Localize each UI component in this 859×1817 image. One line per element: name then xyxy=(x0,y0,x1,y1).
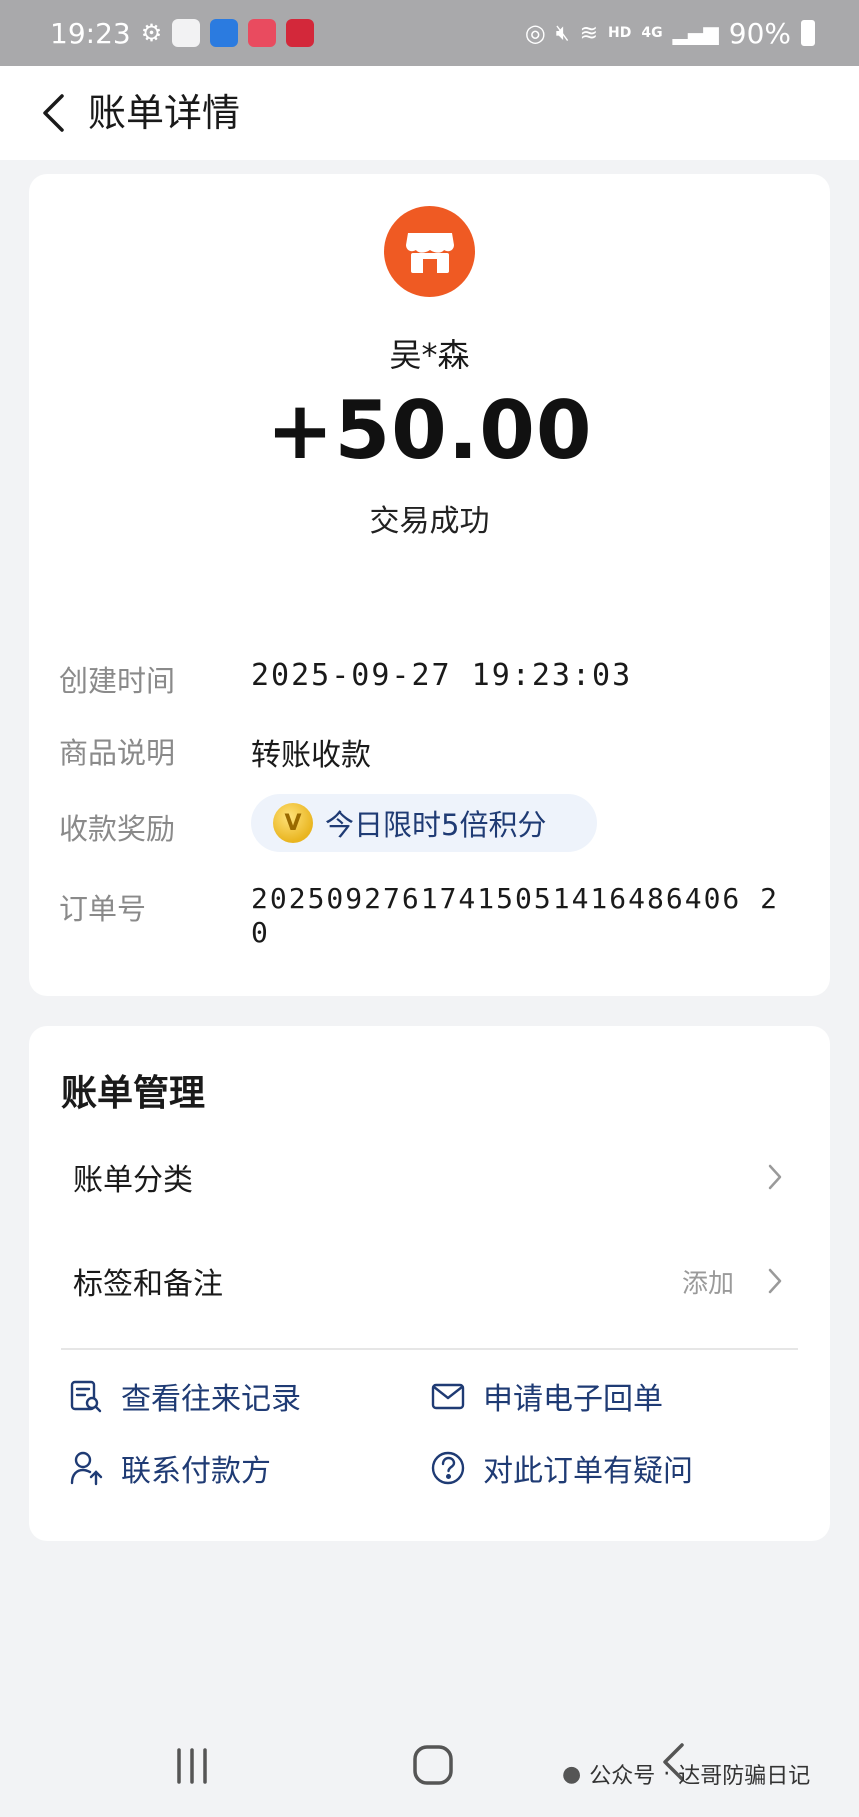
transaction-status: 交易成功 xyxy=(369,504,490,539)
question-circle-icon xyxy=(429,1449,467,1487)
app-icon-blue xyxy=(210,19,239,47)
hd-badge: HD xyxy=(608,25,632,41)
request-receipt-button[interactable]: 申请电子回单 xyxy=(429,1374,663,1418)
bill-category-label: 账单分类 xyxy=(73,1163,193,1198)
home-button[interactable] xyxy=(412,1744,454,1790)
created-time-label: 创建时间 xyxy=(59,664,176,698)
gallery-icon xyxy=(172,19,201,47)
description-value: 转账收款 xyxy=(251,738,371,773)
request-receipt-label: 申请电子回单 xyxy=(483,1382,663,1417)
view-history-label: 查看往来记录 xyxy=(121,1382,301,1417)
mute-icon: 🔇︎ xyxy=(555,20,570,46)
battery-percent: 90% xyxy=(728,16,791,50)
hotspot-icon: ◎ xyxy=(524,19,546,47)
page-title: 账单详情 xyxy=(88,91,241,135)
wifi-icon: ≋ xyxy=(579,20,599,46)
user-upload-icon xyxy=(67,1449,105,1487)
app-icon-video xyxy=(248,19,277,47)
network-badge: 4G xyxy=(641,25,663,41)
tags-notes-label: 标签和备注 xyxy=(73,1267,223,1302)
reward-badge[interactable]: V 今日限时5倍积分 xyxy=(251,794,597,852)
top-nav: 账单详情 xyxy=(0,66,859,160)
battery-icon xyxy=(801,20,815,46)
settings-icon: ⚙ xyxy=(140,19,163,47)
add-hint: 添加 xyxy=(681,1268,734,1299)
envelope-icon xyxy=(429,1377,467,1415)
app-icon-red xyxy=(286,19,315,47)
signal-icon: ▂▄▆ xyxy=(672,21,719,45)
chevron-left-icon xyxy=(43,94,64,132)
record-list-icon xyxy=(67,1377,105,1415)
bill-category-row[interactable]: 账单分类 xyxy=(29,1132,830,1222)
reward-label: 收款奖励 xyxy=(59,812,176,846)
recent-apps-icon xyxy=(177,1748,207,1784)
description-label: 商品说明 xyxy=(59,736,176,770)
status-time: 19:23 xyxy=(50,16,131,50)
view-history-button[interactable]: 查看往来记录 xyxy=(67,1374,301,1418)
wechat-icon: ● xyxy=(562,1761,582,1787)
section-title: 账单管理 xyxy=(61,1073,206,1114)
bill-management-card: 账单管理 账单分类 标签和备注 添加 查看往来记录 申请电子回单 联系付款方 对… xyxy=(29,1026,830,1541)
back-button[interactable] xyxy=(28,88,78,138)
watermark-dot: · xyxy=(663,1761,671,1787)
created-time-value: 2025-09-27 19:23:03 xyxy=(251,658,633,693)
tags-notes-row[interactable]: 标签和备注 添加 xyxy=(29,1236,830,1326)
contact-payer-button[interactable]: 联系付款方 xyxy=(67,1446,271,1490)
chevron-right-icon xyxy=(760,1266,790,1296)
store-icon xyxy=(384,206,475,297)
chevron-right-icon xyxy=(760,1162,790,1192)
recent-apps-button[interactable] xyxy=(174,1746,210,1790)
amount: +50.00 xyxy=(266,384,593,477)
watermark-source: 公众号 xyxy=(589,1764,656,1789)
status-bar: 19:23 ⚙ ◎ 🔇︎ ≋ HD 4G ▂▄▆ 90% xyxy=(0,0,859,66)
order-question-button[interactable]: 对此订单有疑问 xyxy=(429,1446,693,1490)
divider xyxy=(61,1348,798,1350)
watermark-name: 达哥防骗日记 xyxy=(678,1764,811,1789)
order-number-label: 订单号 xyxy=(59,892,147,926)
home-icon xyxy=(413,1745,453,1785)
order-question-label: 对此订单有疑问 xyxy=(483,1454,693,1489)
transaction-card: 吴*森 +50.00 交易成功 创建时间 2025-09-27 19:23:03… xyxy=(29,174,830,996)
points-coin-icon: V xyxy=(273,803,313,843)
payer-name: 吴*森 xyxy=(389,336,470,374)
reward-text: 今日限时5倍积分 xyxy=(325,808,547,842)
watermark: ● 公众号 · 达哥防骗日记 xyxy=(562,1758,810,1790)
order-number-value: 20250927617415051416486406 20 xyxy=(251,882,780,949)
contact-payer-label: 联系付款方 xyxy=(121,1454,271,1489)
